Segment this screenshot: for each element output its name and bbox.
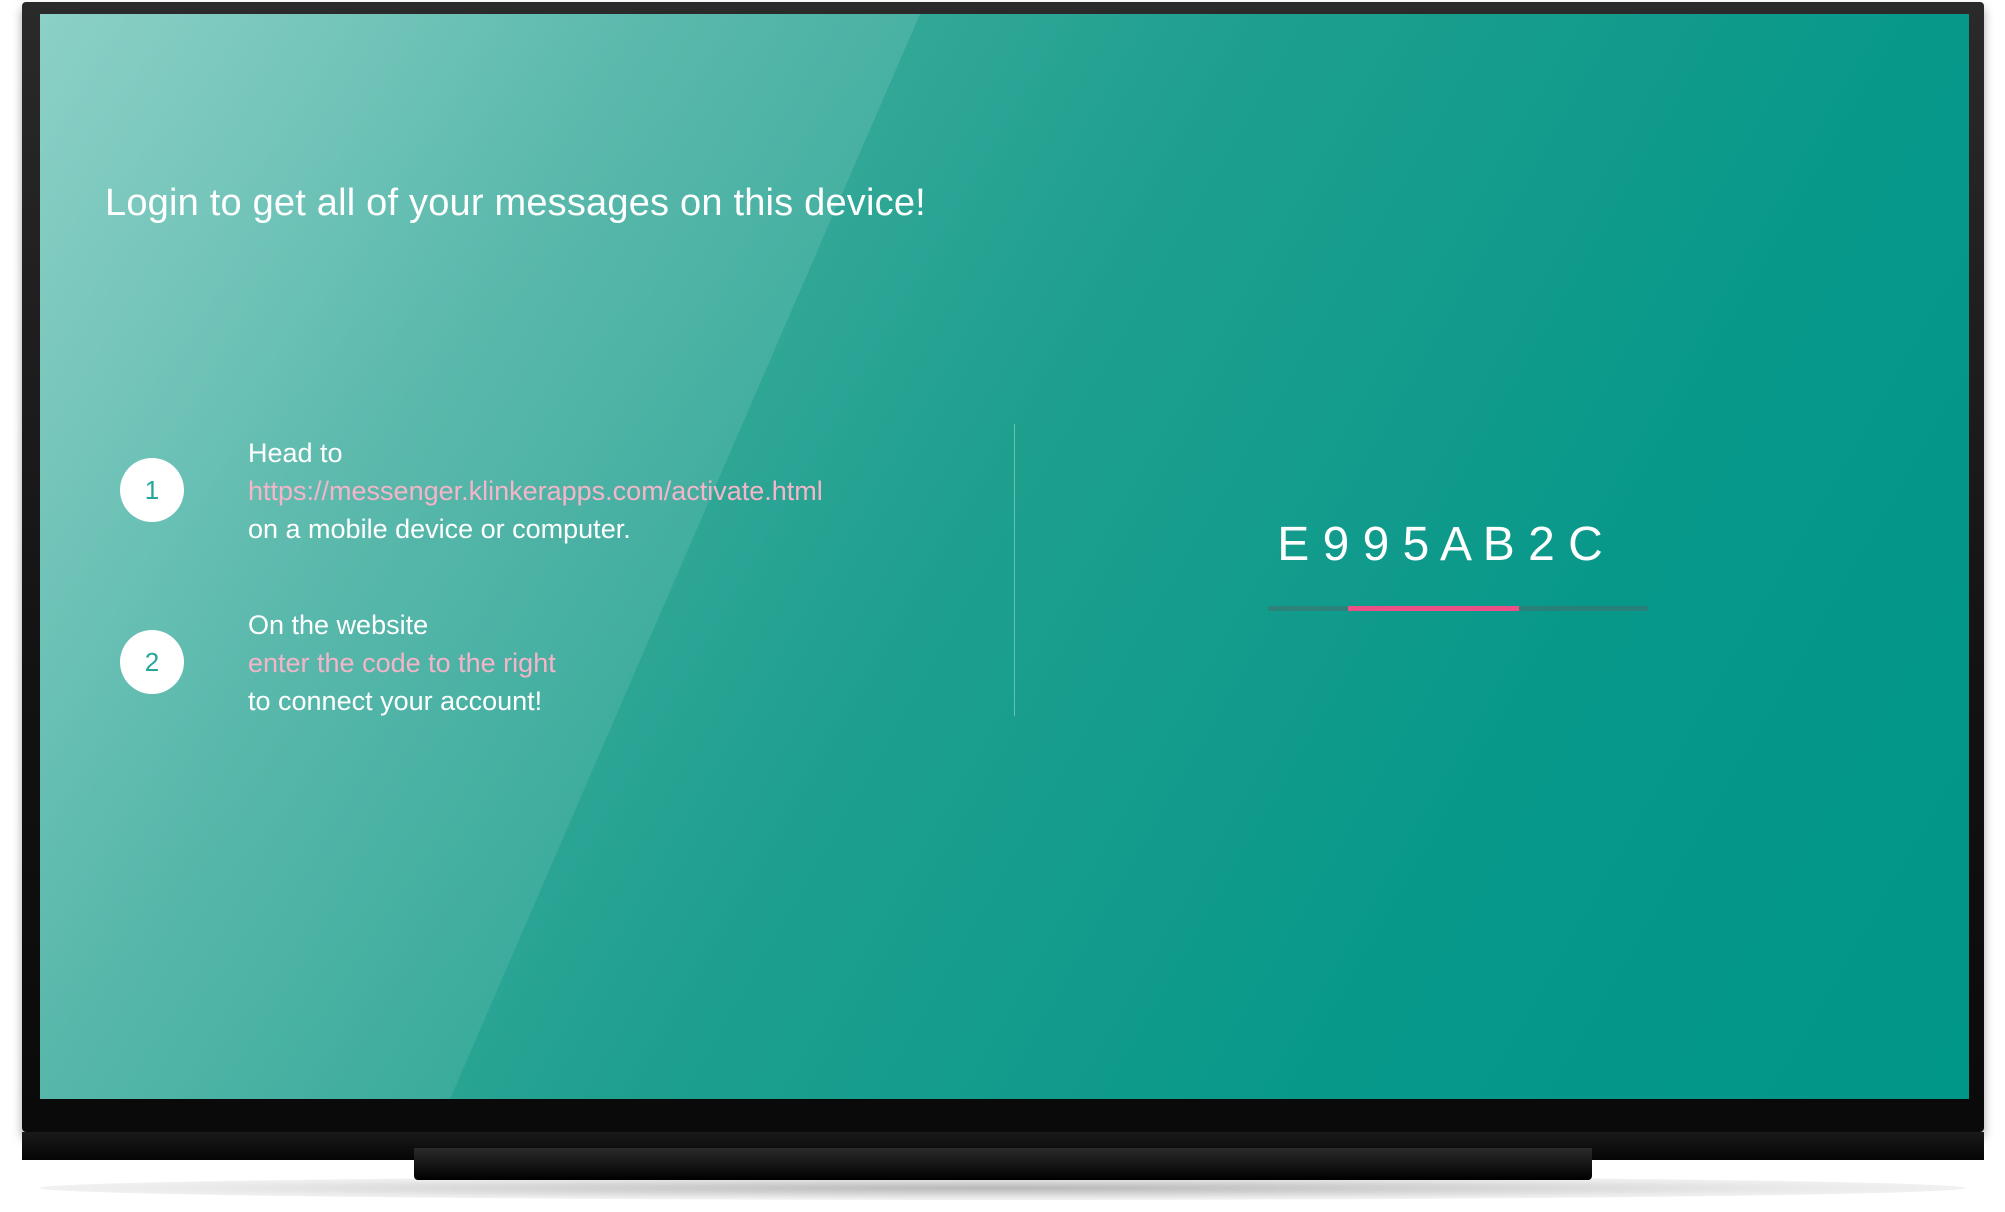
step-number-badge: 1 bbox=[120, 458, 184, 522]
tv-screen: Login to get all of your messages on thi… bbox=[40, 14, 1969, 1099]
step-line: on a mobile device or computer. bbox=[248, 514, 631, 544]
step-number-badge: 2 bbox=[120, 630, 184, 694]
step-line: to connect your account! bbox=[248, 686, 543, 716]
activation-link[interactable]: https://messenger.klinkerapps.com/activa… bbox=[248, 472, 948, 510]
loading-progress-indicator bbox=[1347, 606, 1519, 611]
vertical-divider bbox=[1014, 424, 1015, 716]
loading-progress-track bbox=[1268, 606, 1648, 611]
tv-stand bbox=[414, 1148, 1592, 1180]
step-highlight: enter the code to the right bbox=[248, 648, 556, 678]
step-line: On the website bbox=[248, 610, 429, 640]
page-title: Login to get all of your messages on thi… bbox=[105, 182, 926, 224]
step-line: Head to bbox=[248, 438, 343, 468]
step-instructions: Head to https://messenger.klinkerapps.co… bbox=[248, 434, 948, 548]
activation-code: E 9 9 5 A B 2 C bbox=[1277, 518, 1603, 571]
screen-glare bbox=[40, 14, 920, 1099]
step-instructions: On the website enter the code to the rig… bbox=[248, 606, 948, 720]
